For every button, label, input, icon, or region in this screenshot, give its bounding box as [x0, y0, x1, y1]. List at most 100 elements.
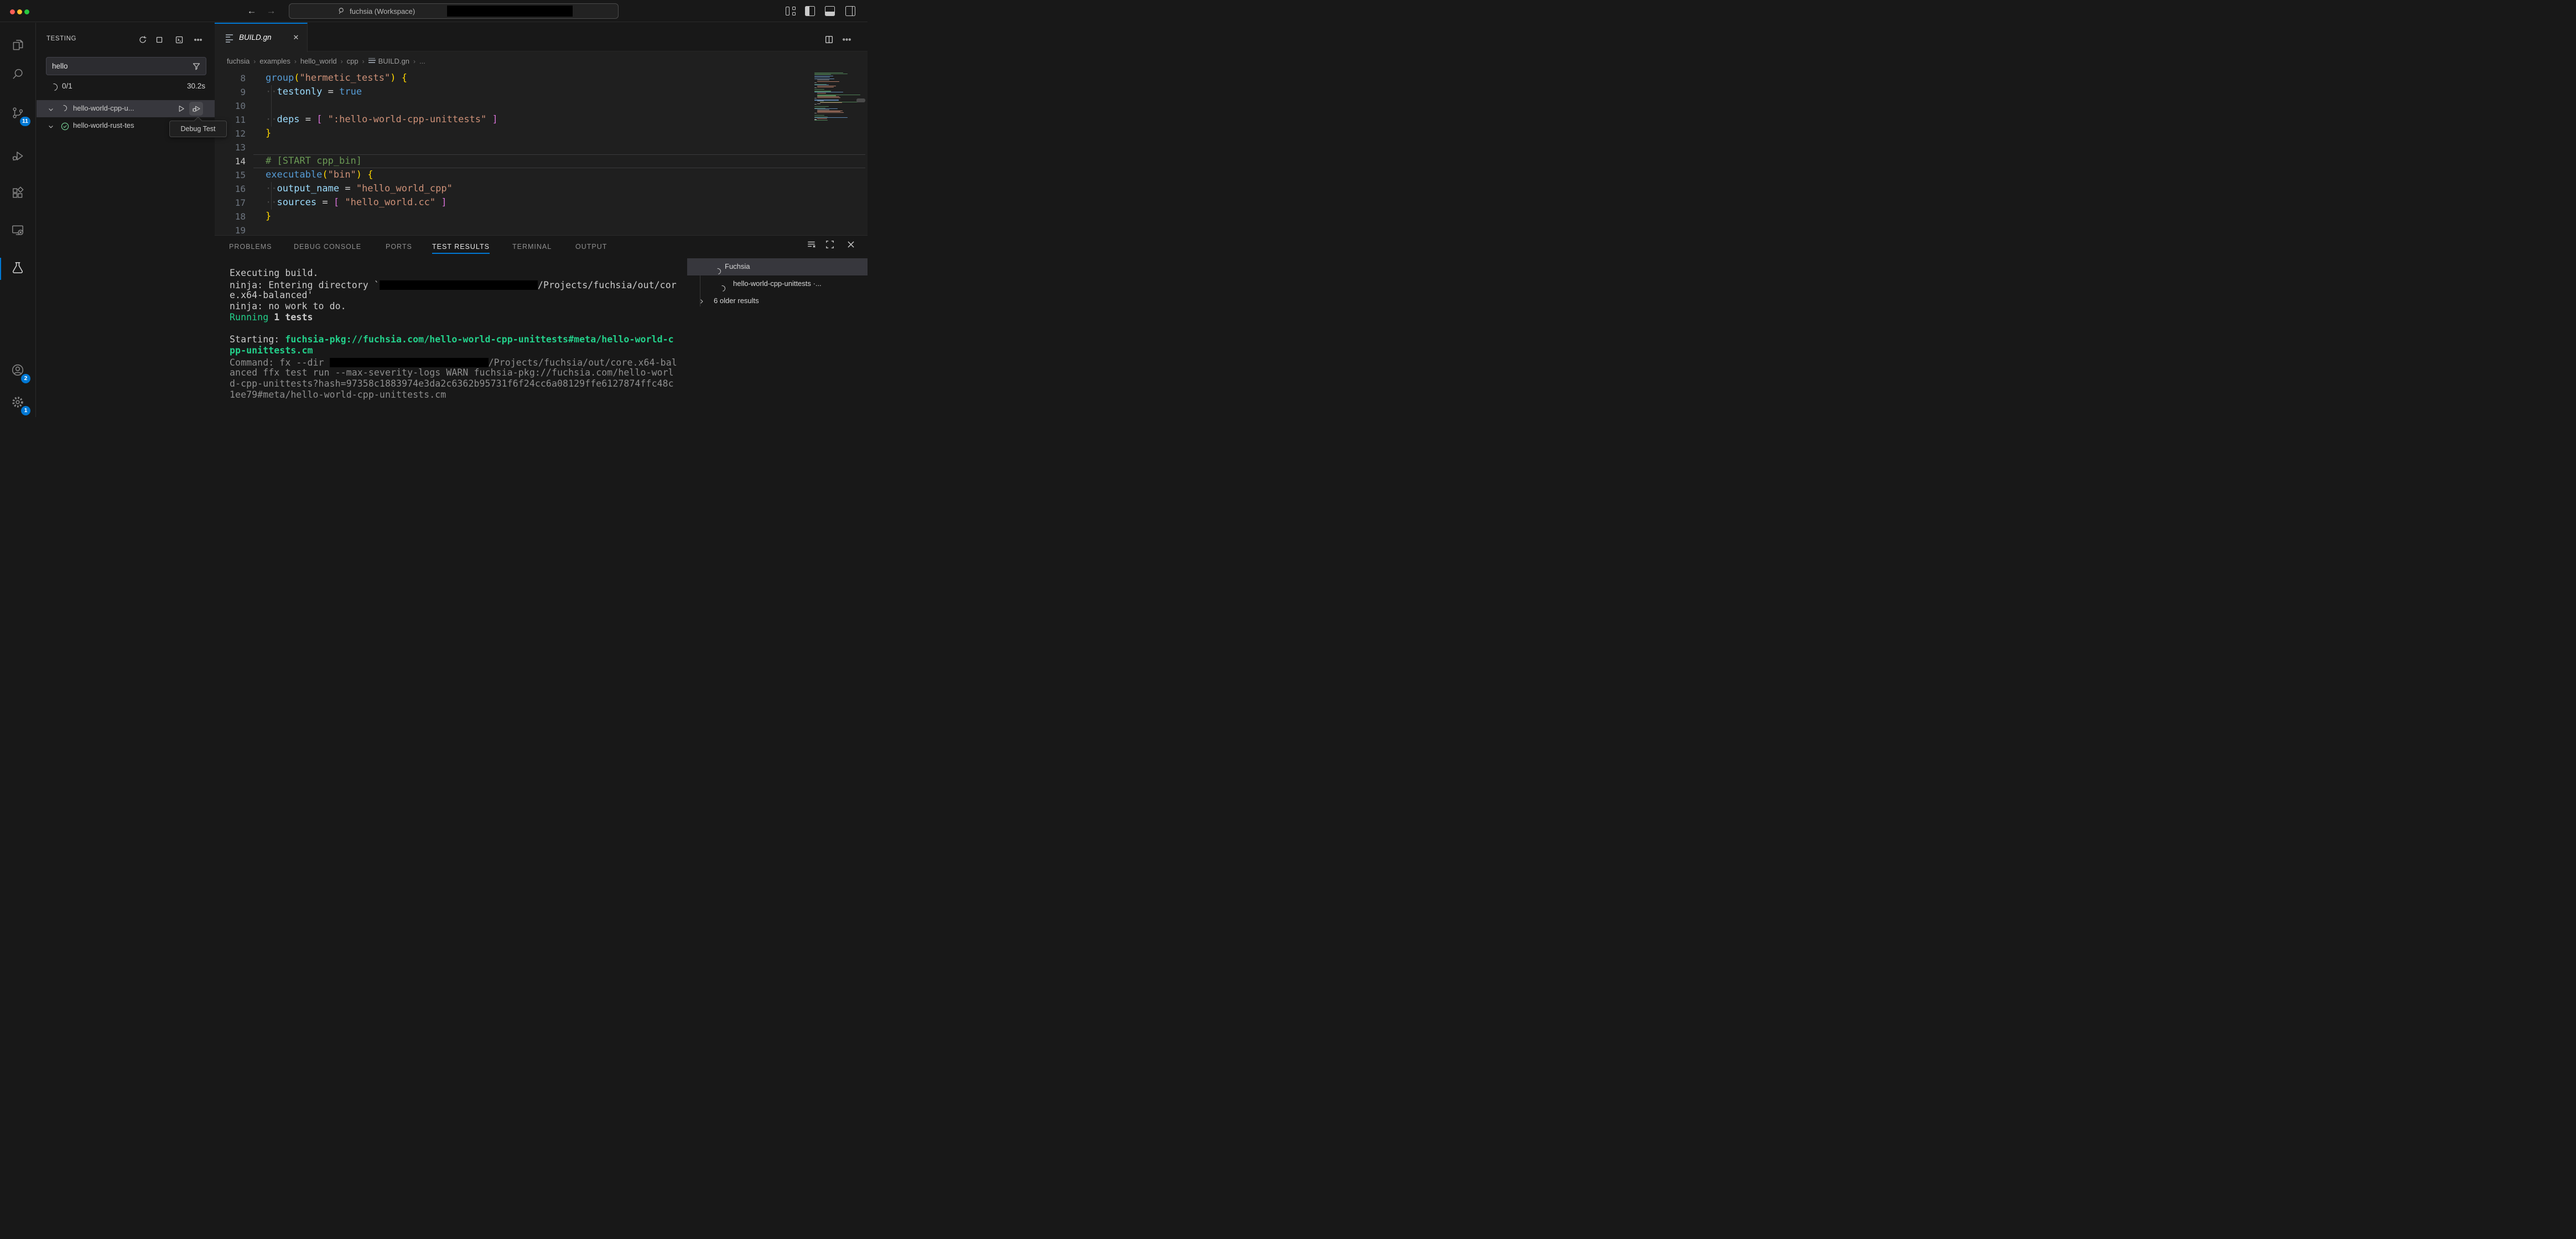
code-line: executable("bin") {: [266, 168, 373, 182]
minimap-line: [817, 118, 827, 119]
breadcrumb-item[interactable]: fuchsia: [227, 57, 250, 65]
minimap-line: [814, 120, 828, 121]
toggle-panel-icon[interactable]: [825, 6, 835, 16]
output-line: 1ee79#meta/hello-world-cpp-unittests.cm: [230, 389, 689, 400]
breadcrumb-separator: ›: [362, 58, 365, 65]
breadcrumb-separator: ›: [341, 58, 343, 65]
output-line: anced ffx test run --max-severity-logs W…: [230, 367, 689, 378]
navigate-back-button[interactable]: ←: [245, 4, 258, 18]
activity-item-remote-explorer[interactable]: [7, 220, 29, 242]
tab-build-gn[interactable]: BUILD.gn ✕: [215, 23, 308, 52]
panel-tab-ports[interactable]: PORTS: [386, 236, 412, 258]
test-tree-row[interactable]: hello-world-cpp-u...: [37, 100, 215, 117]
activity-item-accounts[interactable]: 2: [7, 360, 29, 382]
editor-scrollbar-thumb[interactable]: [856, 98, 865, 102]
minimap-line: [817, 103, 820, 104]
chevron-down-icon[interactable]: [48, 106, 54, 116]
cancel-test-run-icon[interactable]: [153, 34, 165, 46]
toggle-secondary-sidebar-icon[interactable]: [845, 6, 856, 16]
more-actions-icon[interactable]: [192, 34, 204, 46]
badge: 2: [21, 374, 30, 383]
minimize-window-button[interactable]: [17, 9, 22, 14]
result-row[interactable]: hello-world-cpp-unittests ·...: [687, 275, 868, 293]
output-line: ninja: no work to do.: [230, 301, 689, 312]
explorer-icon: [11, 38, 25, 55]
split-editor-icon[interactable]: [822, 33, 835, 46]
tab-label: BUILD.gn: [239, 33, 272, 41]
command-center-search[interactable]: fuchsia (Workspace): [289, 3, 619, 19]
show-output-icon[interactable]: [173, 34, 185, 46]
extensions-icon: [11, 186, 25, 203]
panel-tab-test-results[interactable]: TEST RESULTS: [432, 236, 490, 258]
test-progress-count: 0/1: [62, 82, 72, 90]
breadcrumb-item[interactable]: examples: [259, 57, 290, 65]
activity-item-run-debug[interactable]: [7, 146, 29, 168]
gn-file-icon: [226, 34, 233, 44]
workspace-title: fuchsia (Workspace): [350, 7, 415, 15]
sidebar-title: TESTING: [46, 35, 76, 42]
toggle-primary-sidebar-icon[interactable]: [805, 6, 816, 16]
breadcrumb-item[interactable]: cpp: [347, 57, 359, 65]
test-output-log[interactable]: Executing build.ninja: Entering director…: [230, 268, 689, 415]
search-icon: [11, 67, 25, 84]
breadcrumb-separator: ›: [294, 58, 297, 65]
panel-tab-terminal[interactable]: TERMINAL: [512, 236, 552, 258]
line-number: 8: [215, 71, 246, 85]
activity-item-source-control[interactable]: 11: [7, 103, 29, 125]
code-line: }: [266, 210, 271, 223]
activity-item-extensions[interactable]: [7, 183, 29, 205]
panel-tab-output[interactable]: OUTPUT: [575, 236, 607, 258]
title-bar: ← → fuchsia (Workspace): [0, 0, 868, 22]
panel-tab-debug-console[interactable]: DEBUG CONSOLE: [294, 236, 361, 258]
breadcrumb: fuchsia›examples›hello_world›cpp›BUILD.g…: [227, 51, 425, 71]
minimap[interactable]: [814, 72, 865, 122]
test-results-tree: Fuchsia hello-world-cpp-unittests ·...6 o…: [686, 236, 868, 418]
minimap-line: [817, 112, 844, 113]
panel-tab-problems[interactable]: PROBLEMS: [229, 236, 272, 258]
line-number: 13: [215, 140, 246, 154]
activity-item-search[interactable]: [7, 64, 29, 86]
activity-item-settings[interactable]: 1: [7, 392, 29, 414]
breadcrumb-item[interactable]: ...: [419, 57, 425, 65]
output-line: Running 1 tests: [230, 312, 689, 323]
code-line: }: [266, 127, 271, 140]
breadcrumb-item[interactable]: BUILD.gn: [368, 57, 409, 65]
editor-group: BUILD.gn ✕ fuchsia›examples›hello_world›…: [215, 23, 868, 235]
navigate-forward-button[interactable]: →: [264, 4, 278, 18]
zoom-window-button[interactable]: [24, 9, 29, 14]
result-row[interactable]: 6 older results: [687, 293, 868, 310]
refresh-tests-icon[interactable]: [137, 34, 149, 46]
editor-more-actions-icon[interactable]: [840, 33, 853, 46]
minimap-line: [817, 96, 839, 97]
test-name-label: hello-world-cpp-u...: [73, 104, 134, 112]
customize-layout-icon[interactable]: [786, 6, 796, 16]
bottom-panel: PROBLEMS DEBUG CONSOLE PORTS TEST RESULTS TE…: [215, 235, 868, 417]
code-editor[interactable]: 8group("hermetic_tests") {9··testonly = …: [215, 71, 868, 235]
debug-test-icon[interactable]: [189, 102, 203, 116]
minimap-line: [814, 72, 843, 73]
result-label: Fuchsia: [725, 262, 750, 270]
output-line: pp-unittests.cm: [230, 345, 689, 356]
run-test-icon[interactable]: [174, 102, 188, 116]
output-line: Starting: fuchsia-pkg://fuchsia.com/hell…: [230, 334, 689, 345]
line-number: 10: [215, 99, 246, 113]
test-filter-box: [46, 57, 206, 75]
testing-sidebar: TESTING 0/1 30.2s hello-world-cpp-u...he…: [37, 23, 215, 417]
testing-icon: [11, 261, 25, 278]
breadcrumb-item[interactable]: hello_world: [300, 57, 337, 65]
output-line: Command: fx --dir /Projects/fuchsia/out/…: [230, 356, 689, 367]
chevron-right-icon[interactable]: [698, 298, 705, 308]
activity-item-explorer[interactable]: [7, 35, 29, 57]
chevron-down-icon[interactable]: [48, 123, 54, 133]
filter-icon[interactable]: [192, 62, 201, 71]
minimap-line: [820, 102, 842, 103]
close-tab-icon[interactable]: ✕: [290, 32, 302, 44]
line-number: 15: [215, 168, 246, 182]
test-filter-input[interactable]: [52, 58, 185, 75]
activity-item-testing[interactable]: [7, 258, 29, 280]
result-row[interactable]: Fuchsia: [687, 258, 868, 275]
line-number: 19: [215, 223, 246, 235]
breadcrumb-separator: ›: [253, 58, 256, 65]
line-number: 16: [215, 182, 246, 196]
close-window-button[interactable]: [10, 9, 15, 14]
